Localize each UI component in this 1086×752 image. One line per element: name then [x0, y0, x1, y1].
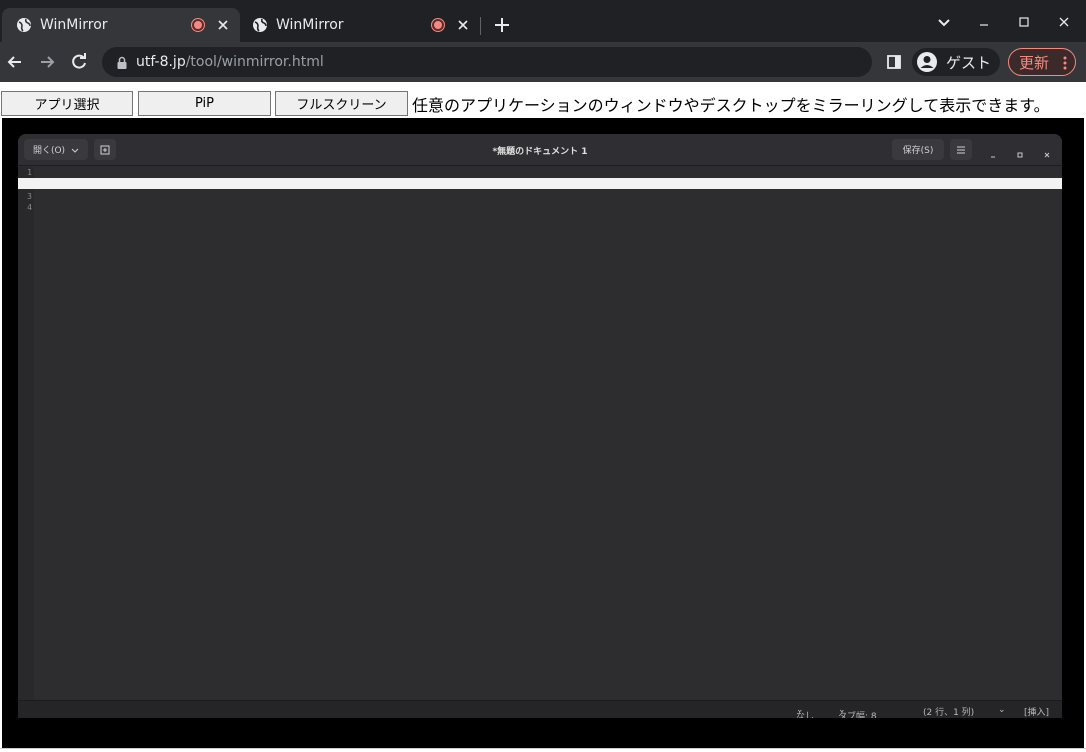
close-window-icon[interactable]: [1056, 14, 1072, 30]
line-number: 1: [27, 168, 32, 177]
recording-indicator-icon: [192, 19, 204, 31]
hamburger-menu-icon: [950, 139, 972, 160]
browser-tab-2[interactable]: WinMirror: [242, 8, 480, 42]
tab-search-chevron-icon[interactable]: [936, 14, 952, 30]
select-app-button[interactable]: アプリ選択: [1, 91, 133, 116]
page-bottom-edge: [0, 748, 1086, 752]
minimize-icon[interactable]: [976, 14, 992, 30]
pip-button[interactable]: PiP: [138, 91, 271, 116]
back-arrow-icon[interactable]: [5, 52, 25, 72]
side-panel-icon[interactable]: [886, 54, 902, 70]
update-button[interactable]: 更新: [1008, 48, 1076, 76]
page-description: 任意のアプリケーションのウィンドウやデスクトップをミラーリングして表示できます。: [412, 96, 1050, 115]
cursor-position: (2 行、1 列): [923, 708, 975, 718]
insert-mode: [挿入]: [1024, 708, 1050, 718]
maximize-icon[interactable]: [1016, 14, 1032, 30]
new-tab-icon[interactable]: [492, 15, 512, 35]
editor-close-icon: [1042, 145, 1052, 158]
close-tab-icon[interactable]: [456, 18, 470, 32]
current-line-highlight: [18, 178, 1062, 189]
language-selector: なし ⌄: [796, 705, 815, 718]
browser-tab-1[interactable]: WinMirror: [2, 8, 240, 42]
reload-icon[interactable]: [69, 52, 89, 72]
close-tab-icon[interactable]: [216, 18, 230, 32]
forward-arrow-icon[interactable]: [37, 52, 57, 72]
recording-indicator-icon: [432, 19, 444, 31]
browser-tab-bar: WinMirror WinMirror: [0, 0, 1086, 42]
tab-title: WinMirror: [276, 17, 344, 33]
fullscreen-button[interactable]: フルスクリーン: [275, 91, 408, 116]
browser-toolbar: utf-8.jp/tool/winmirror.html ゲスト 更新: [0, 42, 1086, 82]
tab-separator: [480, 17, 481, 35]
line-number: 4: [27, 203, 32, 212]
editor-text-area: 1 3 4: [18, 167, 1062, 700]
kebab-menu-icon[interactable]: [1063, 56, 1067, 70]
globe-icon: [252, 17, 268, 33]
address-bar[interactable]: utf-8.jp/tool/winmirror.html: [102, 47, 872, 77]
profile-button[interactable]: ゲスト: [912, 48, 1000, 76]
encoding-chevron-icon: ⌄: [998, 705, 1006, 715]
profile-label: ゲスト: [946, 53, 992, 72]
mirror-video[interactable]: 開く(O) *無題のドキュメント 1 保存(S) 1 3 4 なし ⌄ タブ幅:…: [2, 118, 1084, 752]
mirrored-editor-window: 開く(O) *無題のドキュメント 1 保存(S) 1 3 4 なし ⌄ タブ幅:…: [18, 134, 1062, 718]
tab-title: WinMirror: [40, 17, 108, 33]
line-number: 3: [27, 192, 32, 201]
editor-status-bar: なし ⌄ タブ幅: 8 ⌄ (2 行、1 列) ⌄ [挿入]: [18, 700, 1062, 718]
save-button: 保存(S): [892, 139, 944, 160]
lock-icon[interactable]: [116, 55, 128, 69]
globe-icon: [16, 17, 32, 33]
account-avatar-icon: [916, 51, 938, 73]
editor-maximize-icon: [1015, 145, 1025, 158]
tab-width-selector: タブ幅: 8 ⌄: [838, 705, 877, 718]
update-label: 更新: [1019, 53, 1050, 72]
line-number-gutter: [18, 167, 34, 700]
url-text: utf-8.jp/tool/winmirror.html: [136, 54, 324, 70]
page-content: アプリ選択 PiP フルスクリーン 任意のアプリケーションのウィンドウやデスクト…: [0, 82, 1086, 752]
editor-minimize-icon: [988, 145, 998, 158]
editor-header-bar: 開く(O) *無題のドキュメント 1 保存(S): [18, 134, 1062, 166]
